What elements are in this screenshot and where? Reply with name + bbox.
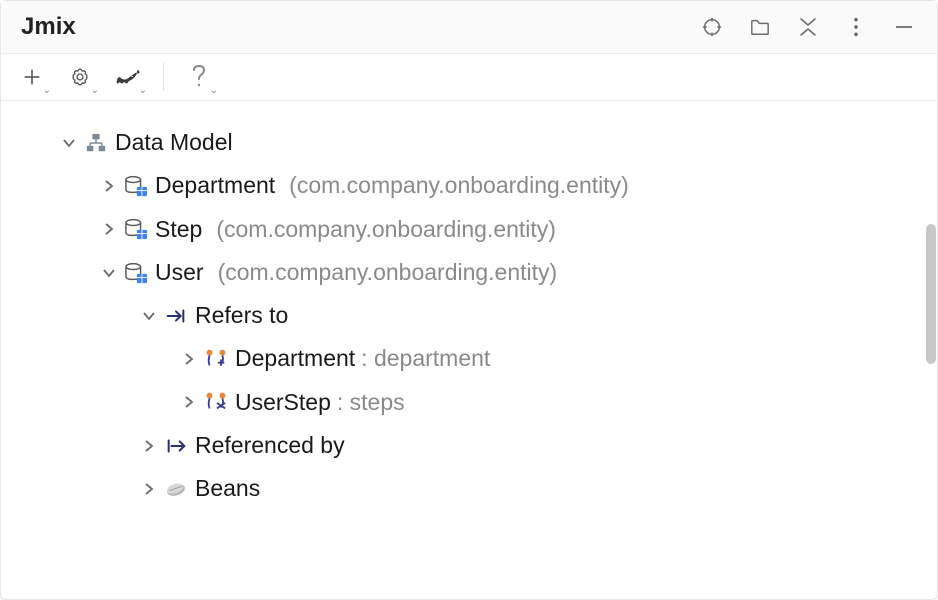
tree-node-data-model[interactable]: Data Model (11, 121, 927, 164)
entity-icon (121, 175, 151, 197)
scrollbar-thumb[interactable] (926, 224, 936, 364)
one-to-many-icon (201, 348, 231, 370)
node-label: Refers to (195, 303, 288, 328)
refers-to-icon (161, 307, 191, 325)
tree-node-entity[interactable]: Step (com.company.onboarding.entity) (11, 208, 927, 251)
entity-icon (121, 218, 151, 240)
tree-node-refers-to[interactable]: Refers to (11, 294, 927, 337)
header-actions (699, 14, 917, 40)
add-button[interactable]: ⌄ (15, 60, 49, 94)
node-label: Department (235, 346, 355, 371)
panel-title: Jmix (21, 13, 699, 41)
node-package: (com.company.onboarding.entity) (216, 217, 556, 242)
tree-node-reference[interactable]: Department : department (11, 337, 927, 380)
bean-icon (161, 480, 191, 498)
node-label: Department (155, 173, 275, 198)
chevron-right-icon[interactable] (177, 352, 201, 366)
toolbar-divider (163, 63, 164, 91)
chevron-right-icon[interactable] (97, 179, 121, 193)
chevron-right-icon[interactable] (177, 395, 201, 409)
node-label: User (155, 260, 204, 285)
node-package: (com.company.onboarding.entity) (289, 173, 629, 198)
chevron-right-icon[interactable] (137, 482, 161, 496)
node-label: UserStep (235, 390, 331, 415)
referenced-by-icon (161, 437, 191, 455)
settings-button[interactable]: ⌄ (63, 60, 97, 94)
tree-node-entity[interactable]: User (com.company.onboarding.entity) (11, 251, 927, 294)
node-label: Step (155, 217, 202, 242)
tree-node-reference[interactable]: UserStep : steps (11, 381, 927, 424)
node-property: : steps (337, 390, 405, 415)
minimize-icon[interactable] (891, 14, 917, 40)
collapse-icon[interactable] (795, 14, 821, 40)
node-property: : department (361, 346, 490, 371)
node-package: (com.company.onboarding.entity) (218, 260, 558, 285)
tree-node-entity[interactable]: Department (com.company.onboarding.entit… (11, 164, 927, 207)
gradle-button[interactable]: ⌄ (111, 60, 145, 94)
many-to-many-icon (201, 391, 231, 413)
chevron-right-icon[interactable] (137, 439, 161, 453)
toolbar: ⌄ ⌄ ⌄ ⌄ (1, 54, 937, 101)
tree-node-beans[interactable]: Beans (11, 467, 927, 510)
target-icon[interactable] (699, 14, 725, 40)
chevron-down-icon[interactable] (137, 309, 161, 323)
node-label: Beans (195, 476, 260, 501)
tree-view[interactable]: Data Model Department (com.company.onboa… (1, 101, 937, 599)
panel-header: Jmix (1, 1, 937, 54)
folder-icon[interactable] (747, 14, 773, 40)
data-model-icon (81, 132, 111, 154)
chevron-right-icon[interactable] (97, 222, 121, 236)
entity-icon (121, 262, 151, 284)
chevron-down-icon[interactable] (97, 266, 121, 280)
node-label: Data Model (115, 130, 233, 155)
tree-node-referenced-by[interactable]: Referenced by (11, 424, 927, 467)
chevron-down-icon[interactable] (57, 136, 81, 150)
help-button[interactable]: ⌄ (182, 60, 216, 94)
more-icon[interactable] (843, 14, 869, 40)
jmix-tool-window: Jmix (0, 0, 938, 600)
node-label: Referenced by (195, 433, 345, 458)
